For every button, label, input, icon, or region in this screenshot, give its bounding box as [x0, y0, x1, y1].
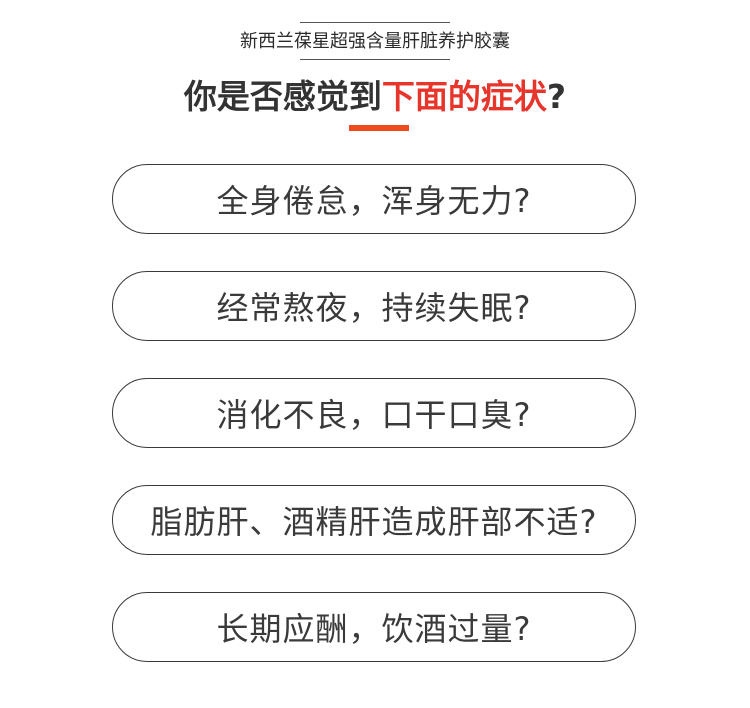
- brand-divider-bottom: [300, 59, 450, 60]
- symptom-item-insomnia: 经常熬夜，持续失眠?: [112, 271, 636, 341]
- brand-title: 新西兰葆星超强含量肝脏养护胶囊: [240, 31, 510, 52]
- symptom-text: 经常熬夜，持续失眠?: [216, 289, 532, 327]
- headline-text: 你是否感觉到: [183, 77, 382, 116]
- brand-divider-top: [300, 22, 450, 23]
- accent-bar: [349, 125, 409, 131]
- symptom-text: 长期应酬，饮酒过量?: [216, 610, 532, 648]
- page-headline: 你是否感觉到下面的症状?: [0, 76, 750, 118]
- symptom-item-fatty-liver: 脂肪肝、酒精肝造成肝部不适?: [112, 485, 636, 555]
- symptom-text: 脂肪肝、酒精肝造成肝部不适?: [150, 503, 598, 541]
- symptom-item-drinking: 长期应酬，饮酒过量?: [112, 592, 636, 662]
- symptom-item-fatigue: 全身倦怠，浑身无力?: [112, 164, 636, 234]
- headline-question-mark: ?: [546, 77, 567, 116]
- brand-header: 新西兰葆星超强含量肝脏养护胶囊: [0, 22, 750, 60]
- headline-highlight: 下面的症状: [381, 77, 547, 116]
- symptom-text: 消化不良，口干口臭?: [216, 396, 532, 434]
- symptom-item-indigestion: 消化不良，口干口臭?: [112, 378, 636, 448]
- symptom-text: 全身倦怠，浑身无力?: [216, 182, 532, 220]
- brand-box: 新西兰葆星超强含量肝脏养护胶囊: [238, 22, 512, 60]
